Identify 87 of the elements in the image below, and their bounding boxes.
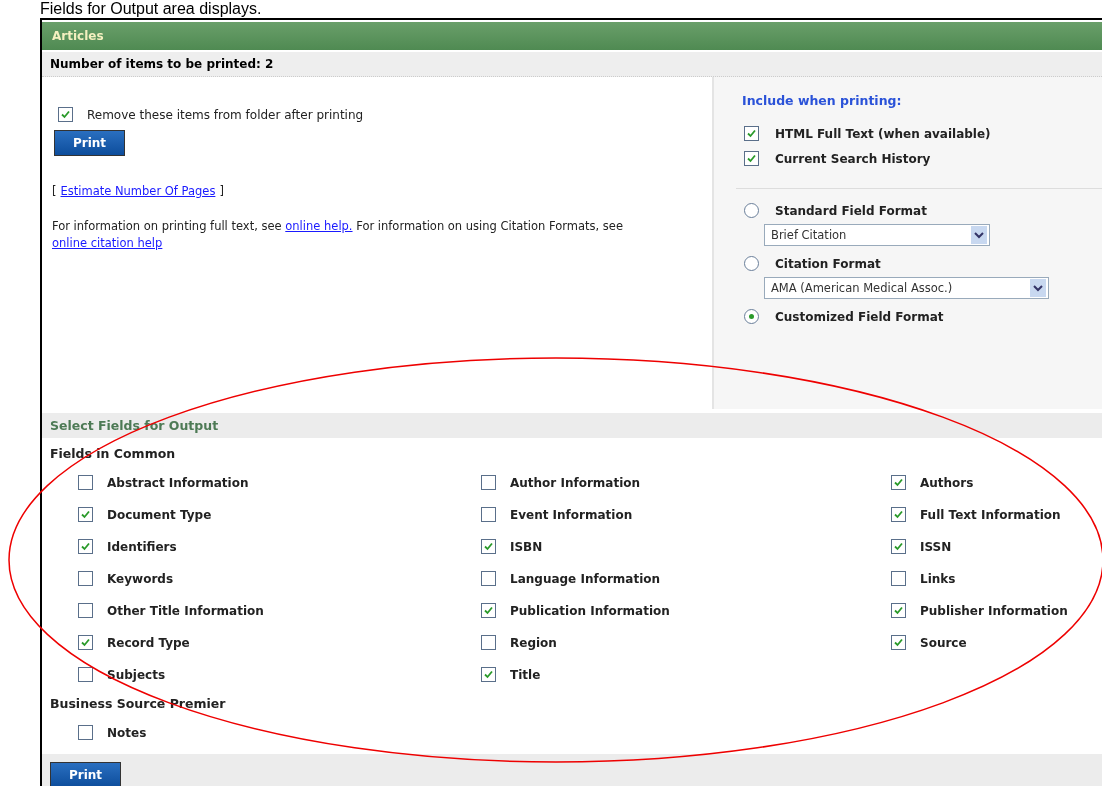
bracket: ] xyxy=(219,184,224,198)
option-label: HTML Full Text (when available) xyxy=(775,126,991,141)
checkbox[interactable] xyxy=(891,635,906,650)
bracket: [ xyxy=(52,184,57,198)
checkbox[interactable] xyxy=(481,603,496,618)
section-title: Select Fields for Output xyxy=(42,413,1102,438)
checkbox[interactable] xyxy=(891,475,906,490)
checkbox[interactable] xyxy=(78,571,93,586)
checkbox[interactable] xyxy=(891,507,906,522)
field-label: Language Information xyxy=(510,571,661,586)
help-link[interactable]: online citation help xyxy=(52,236,163,250)
format-dropdown[interactable]: AMA (American Medical Assoc.) xyxy=(764,277,1049,299)
checkmark-icon xyxy=(894,606,903,615)
checkbox[interactable] xyxy=(481,635,496,650)
checkbox[interactable] xyxy=(481,571,496,586)
field-label: Links xyxy=(920,571,956,586)
checkbox[interactable] xyxy=(78,725,93,740)
field-label: Title xyxy=(510,667,541,682)
checkbox[interactable] xyxy=(891,603,906,618)
help-link[interactable]: online help. xyxy=(285,219,353,233)
caption: Fields for Output area displays. xyxy=(39,0,263,18)
field-label: Author Information xyxy=(510,475,641,490)
field-label: Source xyxy=(920,635,967,650)
radio-button[interactable] xyxy=(744,309,759,324)
field-label: Identifiers xyxy=(107,539,177,554)
radio-button[interactable] xyxy=(744,256,759,271)
checkbox[interactable] xyxy=(78,635,93,650)
checkmark-icon xyxy=(61,110,70,119)
checkbox[interactable] xyxy=(58,107,73,122)
option-label: Remove these items from folder after printing xyxy=(87,107,364,122)
checkbox[interactable] xyxy=(78,475,93,490)
checkmark-icon xyxy=(894,478,903,487)
checkmark-icon xyxy=(894,638,903,647)
format-label: Standard Field Format xyxy=(775,203,927,218)
checkbox[interactable] xyxy=(481,667,496,682)
estimate-pages-link[interactable]: Estimate Number Of Pages xyxy=(60,184,216,198)
field-label: Publisher Information xyxy=(920,603,1068,618)
checkbox[interactable] xyxy=(744,126,759,141)
group-title: Business Source Premier xyxy=(49,695,227,713)
field-label: Region xyxy=(510,635,557,650)
panel-title: Articles xyxy=(42,22,1102,50)
print-button[interactable]: Print xyxy=(50,762,122,786)
caret-icon xyxy=(971,226,987,244)
field-label: Publication Information xyxy=(510,603,670,618)
option-label: Current Search History xyxy=(775,151,931,166)
checkbox[interactable] xyxy=(744,151,759,166)
items-count: Number of items to be printed: 2 xyxy=(42,52,1102,77)
checkmark-icon xyxy=(747,154,756,163)
checkbox[interactable] xyxy=(891,539,906,554)
checkbox[interactable] xyxy=(481,507,496,522)
radio-button[interactable] xyxy=(744,203,759,218)
field-label: Notes xyxy=(107,725,147,740)
checkmark-icon xyxy=(81,542,90,551)
help-paragraph: For information on printing full text, see online help. For information on using Citation Formats, see online citation help xyxy=(52,218,624,252)
checkmark-icon xyxy=(484,606,493,615)
field-label: Other Title Information xyxy=(107,603,264,618)
print-button[interactable]: Print xyxy=(54,130,126,156)
format-label: Customized Field Format xyxy=(775,309,944,324)
checkmark-icon xyxy=(81,510,90,519)
field-label: Record Type xyxy=(107,635,190,650)
checkmark-icon xyxy=(747,129,756,138)
checkmark-icon xyxy=(484,670,493,679)
checkbox[interactable] xyxy=(481,475,496,490)
checkbox[interactable] xyxy=(78,507,93,522)
checkbox[interactable] xyxy=(481,539,496,554)
checkmark-icon xyxy=(484,542,493,551)
field-label: Keywords xyxy=(107,571,174,586)
checkbox[interactable] xyxy=(78,539,93,554)
field-label: ISSN xyxy=(920,539,952,554)
format-dropdown[interactable]: Brief Citation xyxy=(764,224,990,246)
checkbox[interactable] xyxy=(78,603,93,618)
checkmark-icon xyxy=(894,542,903,551)
field-label: ISBN xyxy=(510,539,543,554)
checkmark-icon xyxy=(81,638,90,647)
field-label: Authors xyxy=(920,475,974,490)
field-label: Abstract Information xyxy=(107,475,249,490)
field-label: Full Text Information xyxy=(920,507,1061,522)
caret-icon xyxy=(1030,279,1046,297)
checkmark-icon xyxy=(894,510,903,519)
group-title: Fields in Common xyxy=(49,445,177,463)
checkbox[interactable] xyxy=(891,571,906,586)
field-label: Subjects xyxy=(107,667,166,682)
include-heading: Include when printing: xyxy=(742,93,903,108)
format-label: Citation Format xyxy=(775,256,881,271)
checkbox[interactable] xyxy=(78,667,93,682)
field-label: Event Information xyxy=(510,507,633,522)
field-label: Document Type xyxy=(107,507,212,522)
